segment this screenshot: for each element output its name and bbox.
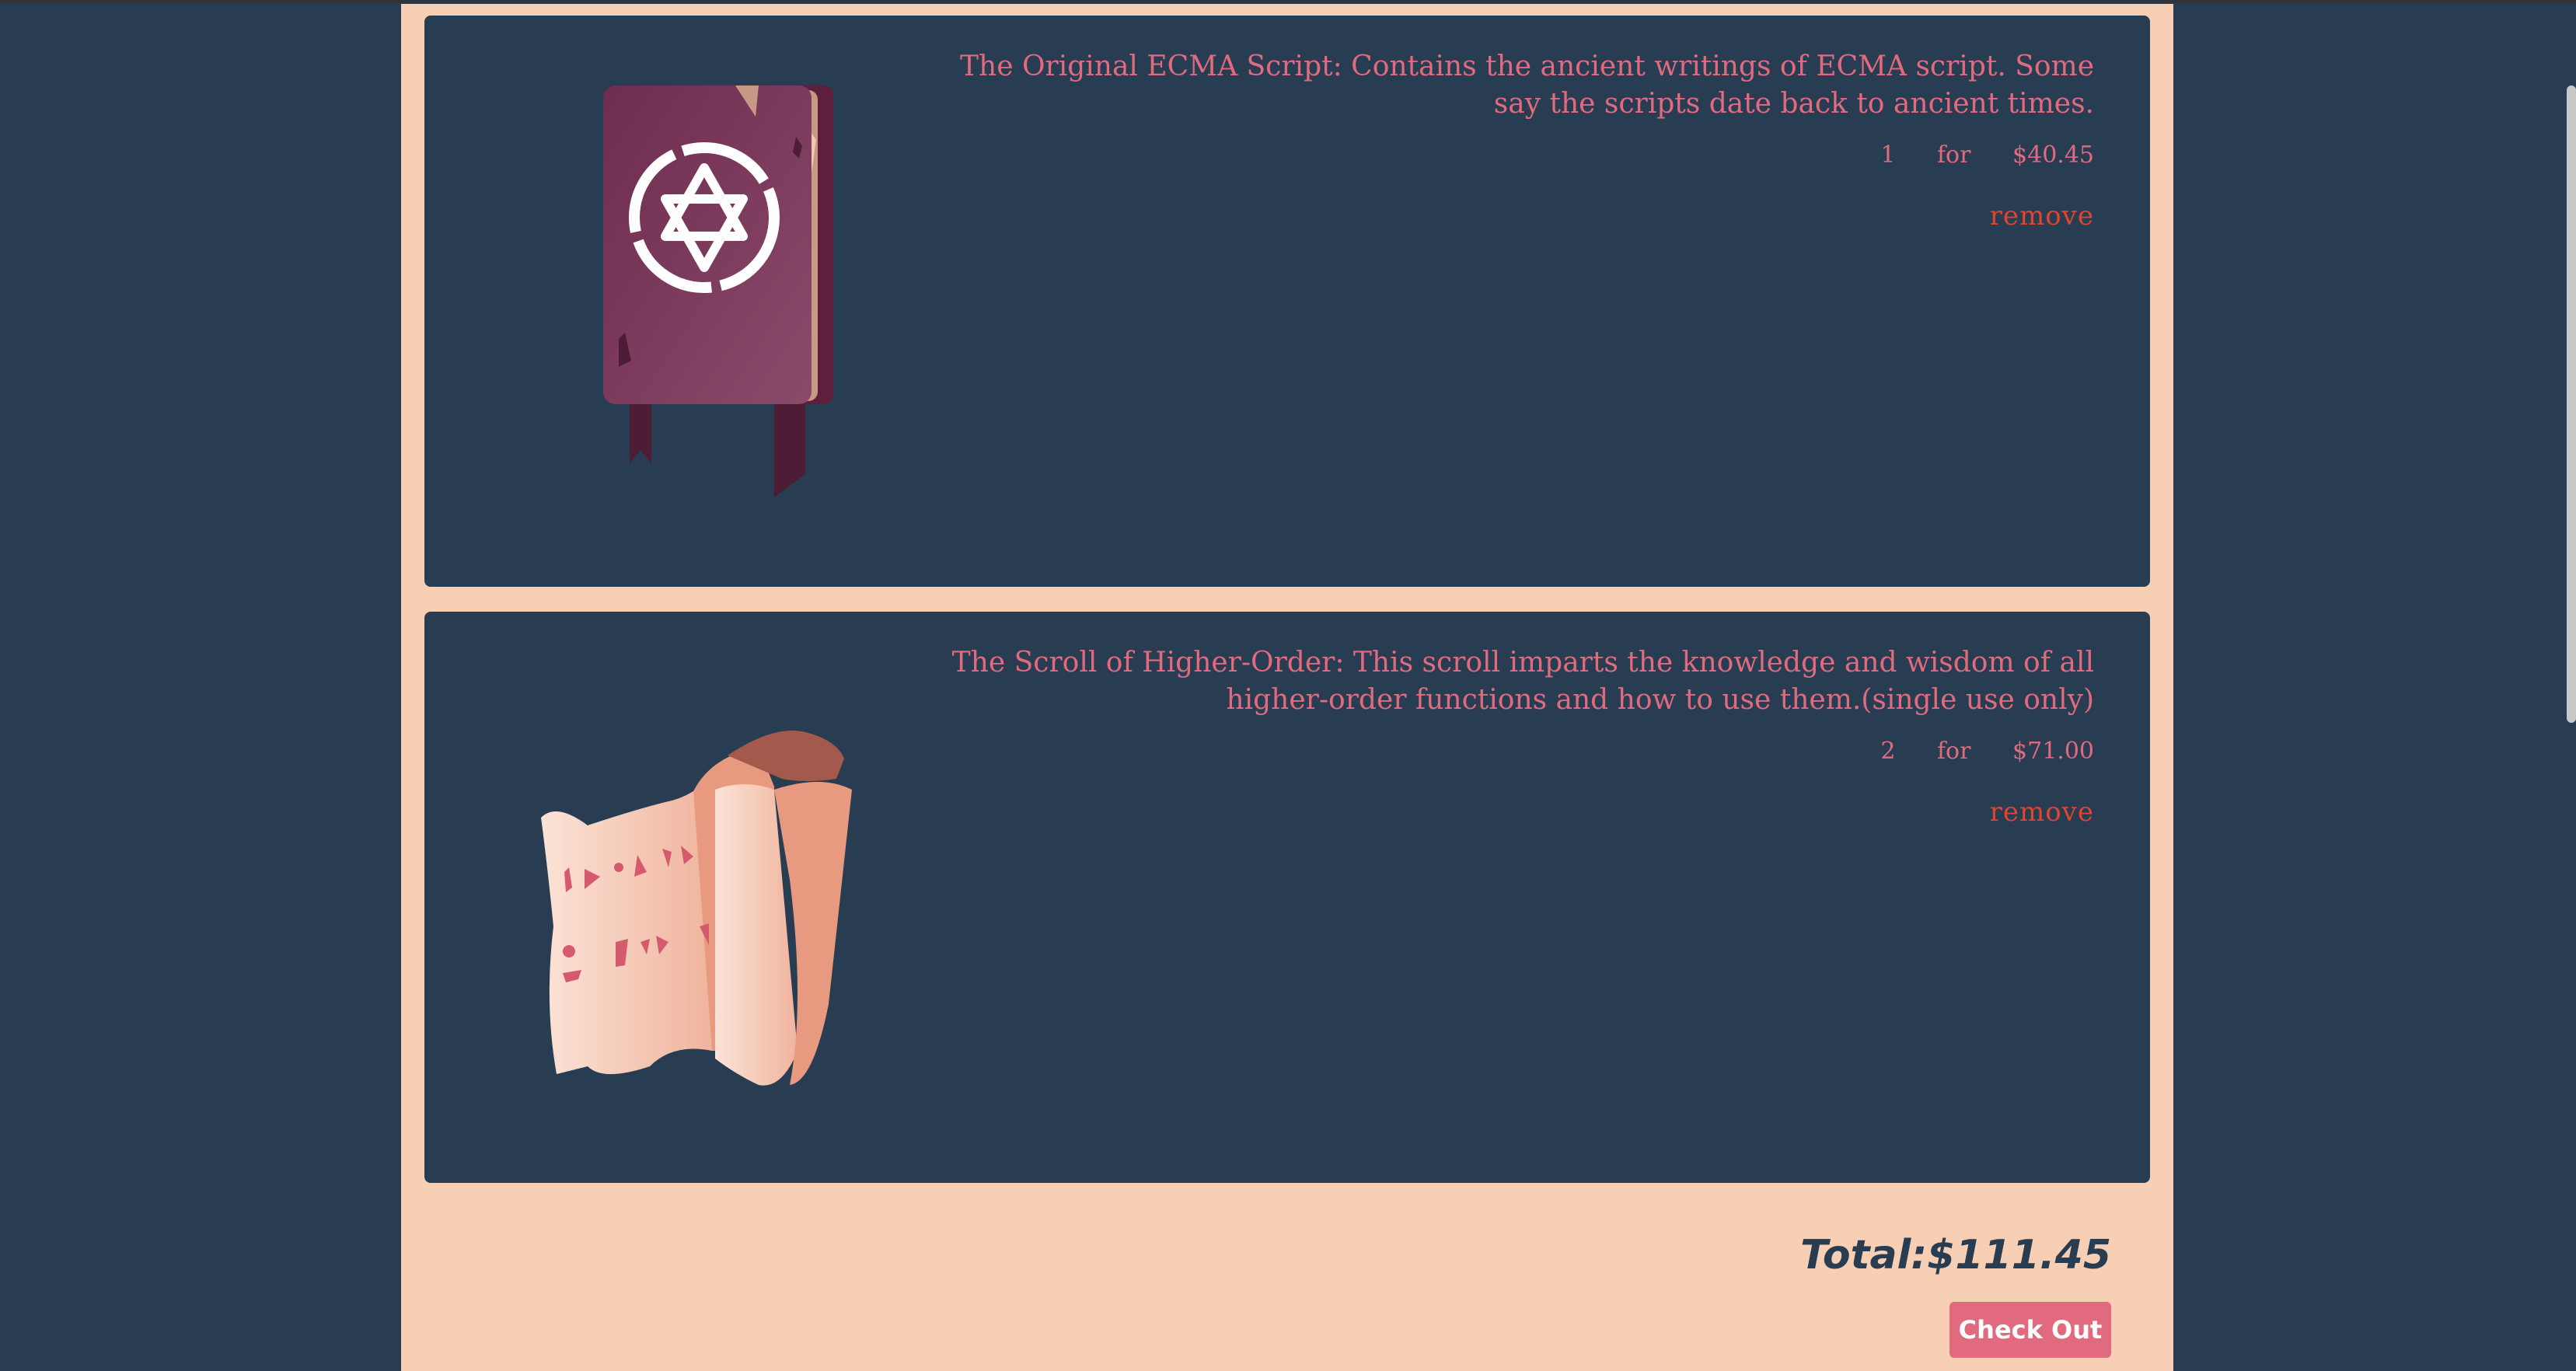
item-quantity: 2 [1880, 738, 1896, 765]
item-quantity-line: 2 for $71.00 [913, 738, 2094, 766]
item-for-label: for [1936, 141, 1971, 169]
scrollbar-thumb[interactable] [2567, 85, 2576, 723]
item-price: $71.00 [2012, 738, 2094, 765]
item-info: The Original ECMA Script: Contains the a… [913, 48, 2094, 232]
item-info: The Scroll of Higher-Order: This scroll … [913, 644, 2094, 828]
item-quantity-line: 1 for $40.45 [913, 141, 2094, 169]
scroll-icon [541, 731, 852, 1086]
item-price: $40.45 [2012, 141, 2094, 169]
cart-total: Total:$111.45 [1800, 1232, 2111, 1279]
remove-item-link[interactable]: remove [1990, 201, 2094, 232]
cart-item: The Original ECMA Script: Contains the a… [424, 16, 2150, 587]
item-for-label: for [1936, 738, 1971, 765]
cart-item: The Scroll of Higher-Order: This scroll … [424, 612, 2150, 1183]
checkout-button[interactable]: Check Out [1949, 1302, 2111, 1358]
cart-panel: The Original ECMA Script: Contains the a… [401, 4, 2173, 1371]
item-description: The Original ECMA Script: Contains the a… [960, 51, 2094, 120]
item-description: The Scroll of Higher-Order: This scroll … [951, 647, 2094, 716]
remove-item-link[interactable]: remove [1990, 797, 2094, 828]
book-icon [603, 85, 833, 497]
item-quantity: 1 [1880, 141, 1896, 169]
